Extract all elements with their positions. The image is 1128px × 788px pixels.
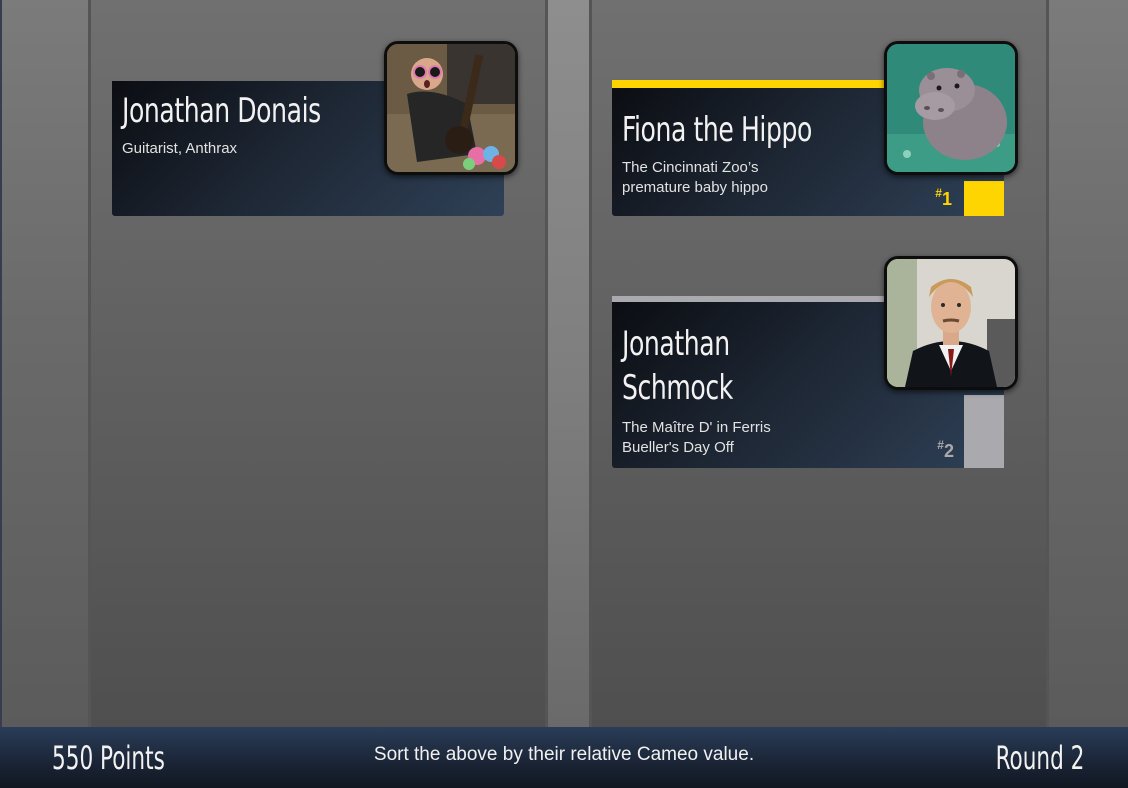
rank-number: 2 [943,441,954,461]
rank-label: #2 [937,438,954,462]
hippo-photo-icon [884,41,1018,175]
card-name: Jonathan Donais [122,91,321,131]
rank-accent-strip [964,181,1004,216]
rank-label: #1 [935,186,952,210]
status-bar: 550 Points Sort the above by their relat… [0,727,1128,788]
column-divider [548,0,589,727]
card-description-line2: Bueller's Day Off [622,439,734,456]
instructions-text: Sort the above by their relative Cameo v… [373,744,755,765]
card-description: Guitarist, Anthrax [122,140,238,157]
card-name-line1: Jonathan [622,324,730,364]
rank-number: 1 [941,189,952,209]
rank-accent-strip [964,395,1004,468]
guitarist-photo-icon [384,41,518,175]
card-description-line2: premature baby hippo [622,179,768,196]
rank-hash: # [935,186,942,200]
card-name: Fiona the Hippo [622,110,812,150]
card-description-line1: The Cincinnati Zoo’s [622,159,759,176]
game-board: Jonathan Donais Guitarist, Anthrax Fiona… [2,0,1128,727]
card-name-line2: Schmock [622,368,733,408]
card-description-line1: The Maître D' in Ferris [622,419,771,436]
rank-hash: # [937,438,944,452]
maitre-d-photo-icon [884,256,1018,390]
round-indicator: Round 2 [995,739,1084,777]
